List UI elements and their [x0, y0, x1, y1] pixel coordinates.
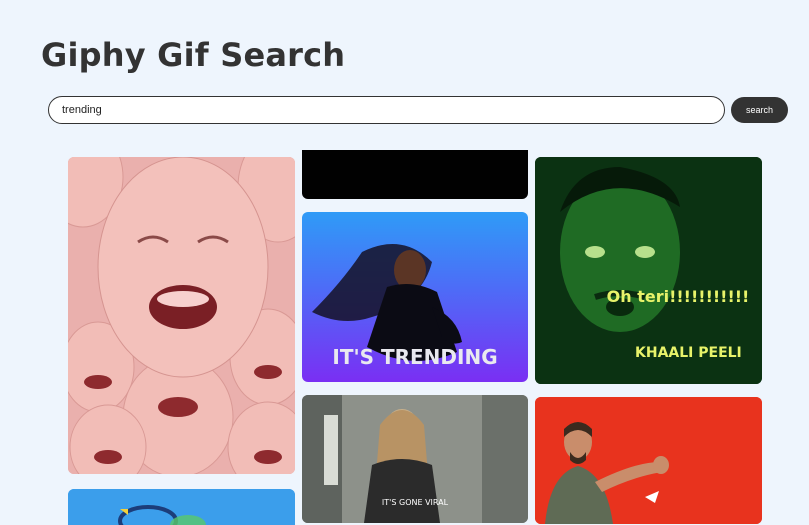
page: Giphy Gif Search search	[0, 0, 809, 525]
search-button[interactable]: search	[731, 97, 788, 123]
gif-oh-teri[interactable]: Oh teri!!!!!!!!!!! KHAALI PEELI	[535, 157, 762, 384]
gif-its-trending[interactable]: IT'S TRENDING	[302, 212, 528, 382]
gif-dancing-man[interactable]	[535, 397, 762, 524]
search-input[interactable]	[48, 96, 725, 124]
gif-its-gone-viral[interactable]: IT'S GONE VIRAL	[302, 395, 528, 523]
its-trending-caption: IT'S TRENDING	[332, 345, 497, 369]
gif-partial-blue[interactable]	[68, 489, 295, 525]
page-title: Giphy Gif Search	[41, 36, 346, 74]
oh-teri-caption: Oh teri!!!!!!!!!!!	[607, 287, 750, 306]
its-gone-viral-caption: IT'S GONE VIRAL	[382, 498, 449, 507]
gif-black[interactable]	[302, 150, 528, 199]
gif-crying-baby[interactable]	[68, 157, 295, 474]
khaali-peeli-logo: KHAALI PEELI	[635, 345, 742, 361]
